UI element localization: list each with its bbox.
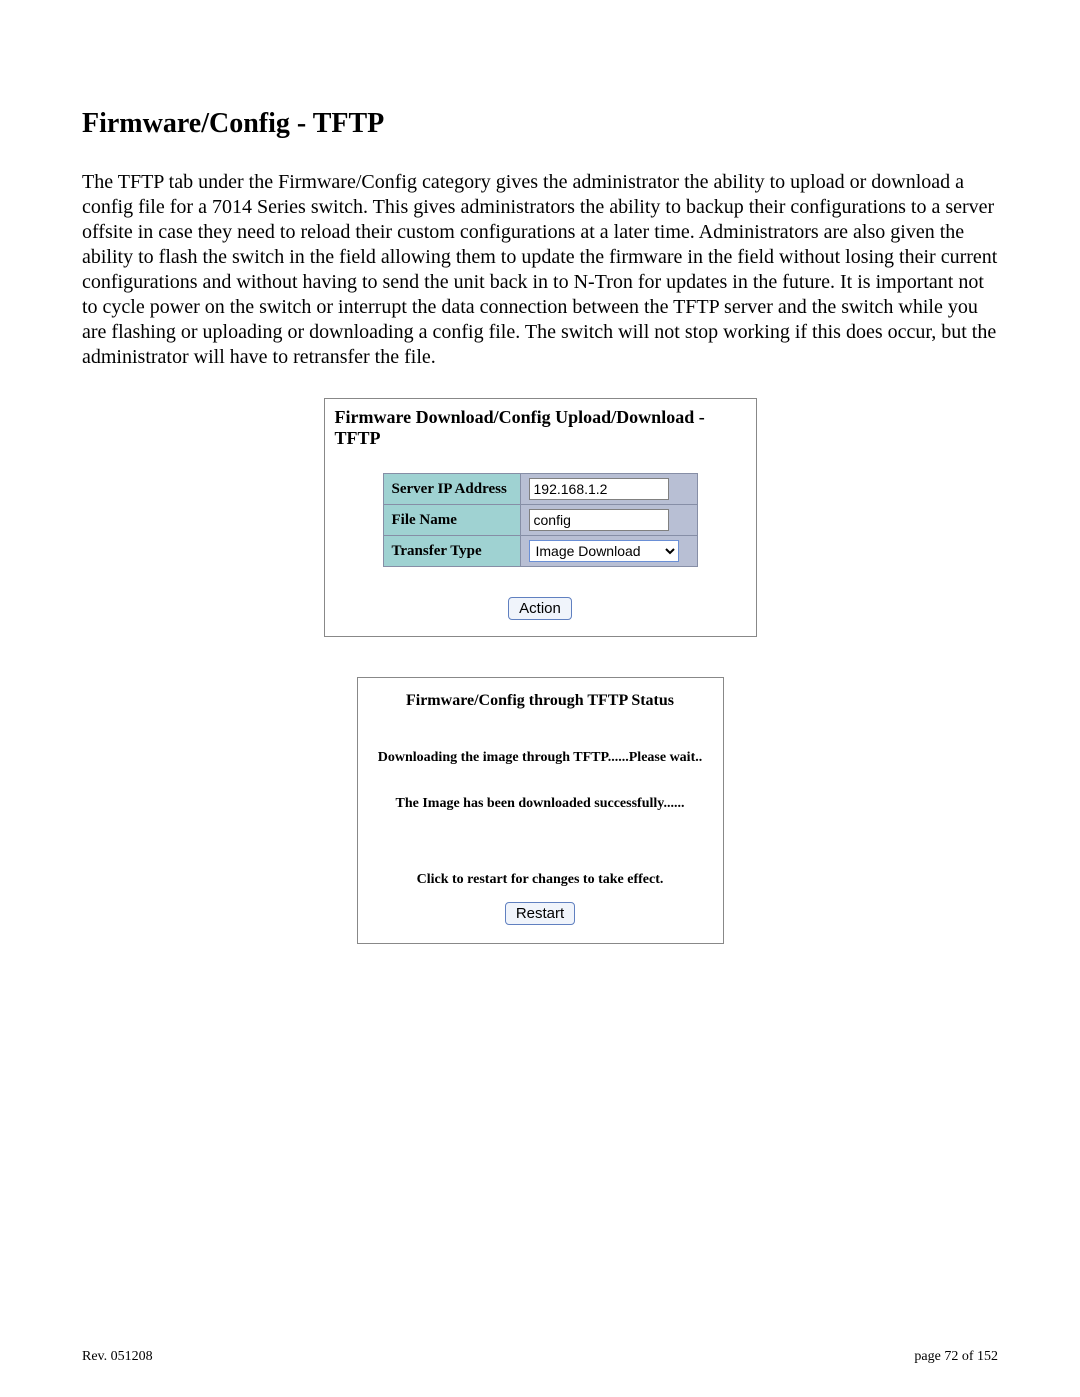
status-success-message: The Image has been downloaded successful… [368, 796, 713, 812]
intro-paragraph: The TFTP tab under the Firmware/Config c… [82, 170, 998, 370]
table-row: Server IP Address [383, 474, 697, 505]
tftp-form-panel: Firmware Download/Config Upload/Download… [324, 398, 757, 637]
server-ip-cell [520, 474, 697, 505]
server-ip-input[interactable] [529, 478, 669, 500]
transfer-type-cell: Image Download [520, 536, 697, 567]
tftp-status-panel: Firmware/Config through TFTP Status Down… [357, 677, 724, 944]
footer-revision: Rev. 051208 [82, 1349, 153, 1365]
table-row: Transfer Type Image Download [383, 536, 697, 567]
status-restart-prompt: Click to restart for changes to take eff… [368, 872, 713, 888]
tftp-form-table: Server IP Address File Name Transfer Typ… [383, 473, 698, 567]
footer-page-number: page 72 of 152 [914, 1349, 998, 1365]
table-row: File Name [383, 505, 697, 536]
transfer-type-label: Transfer Type [383, 536, 520, 567]
server-ip-label: Server IP Address [383, 474, 520, 505]
tftp-panel-title: Firmware Download/Config Upload/Download… [333, 407, 748, 449]
status-panel-title: Firmware/Config through TFTP Status [368, 692, 713, 710]
action-button[interactable]: Action [508, 597, 572, 620]
file-name-cell [520, 505, 697, 536]
file-name-label: File Name [383, 505, 520, 536]
restart-button[interactable]: Restart [505, 902, 575, 925]
file-name-input[interactable] [529, 509, 669, 531]
transfer-type-select[interactable]: Image Download [529, 540, 679, 562]
page-title: Firmware/Config - TFTP [82, 108, 998, 140]
page-footer: Rev. 051208 page 72 of 152 [82, 1349, 998, 1365]
status-downloading-message: Downloading the image through TFTP......… [368, 750, 713, 766]
